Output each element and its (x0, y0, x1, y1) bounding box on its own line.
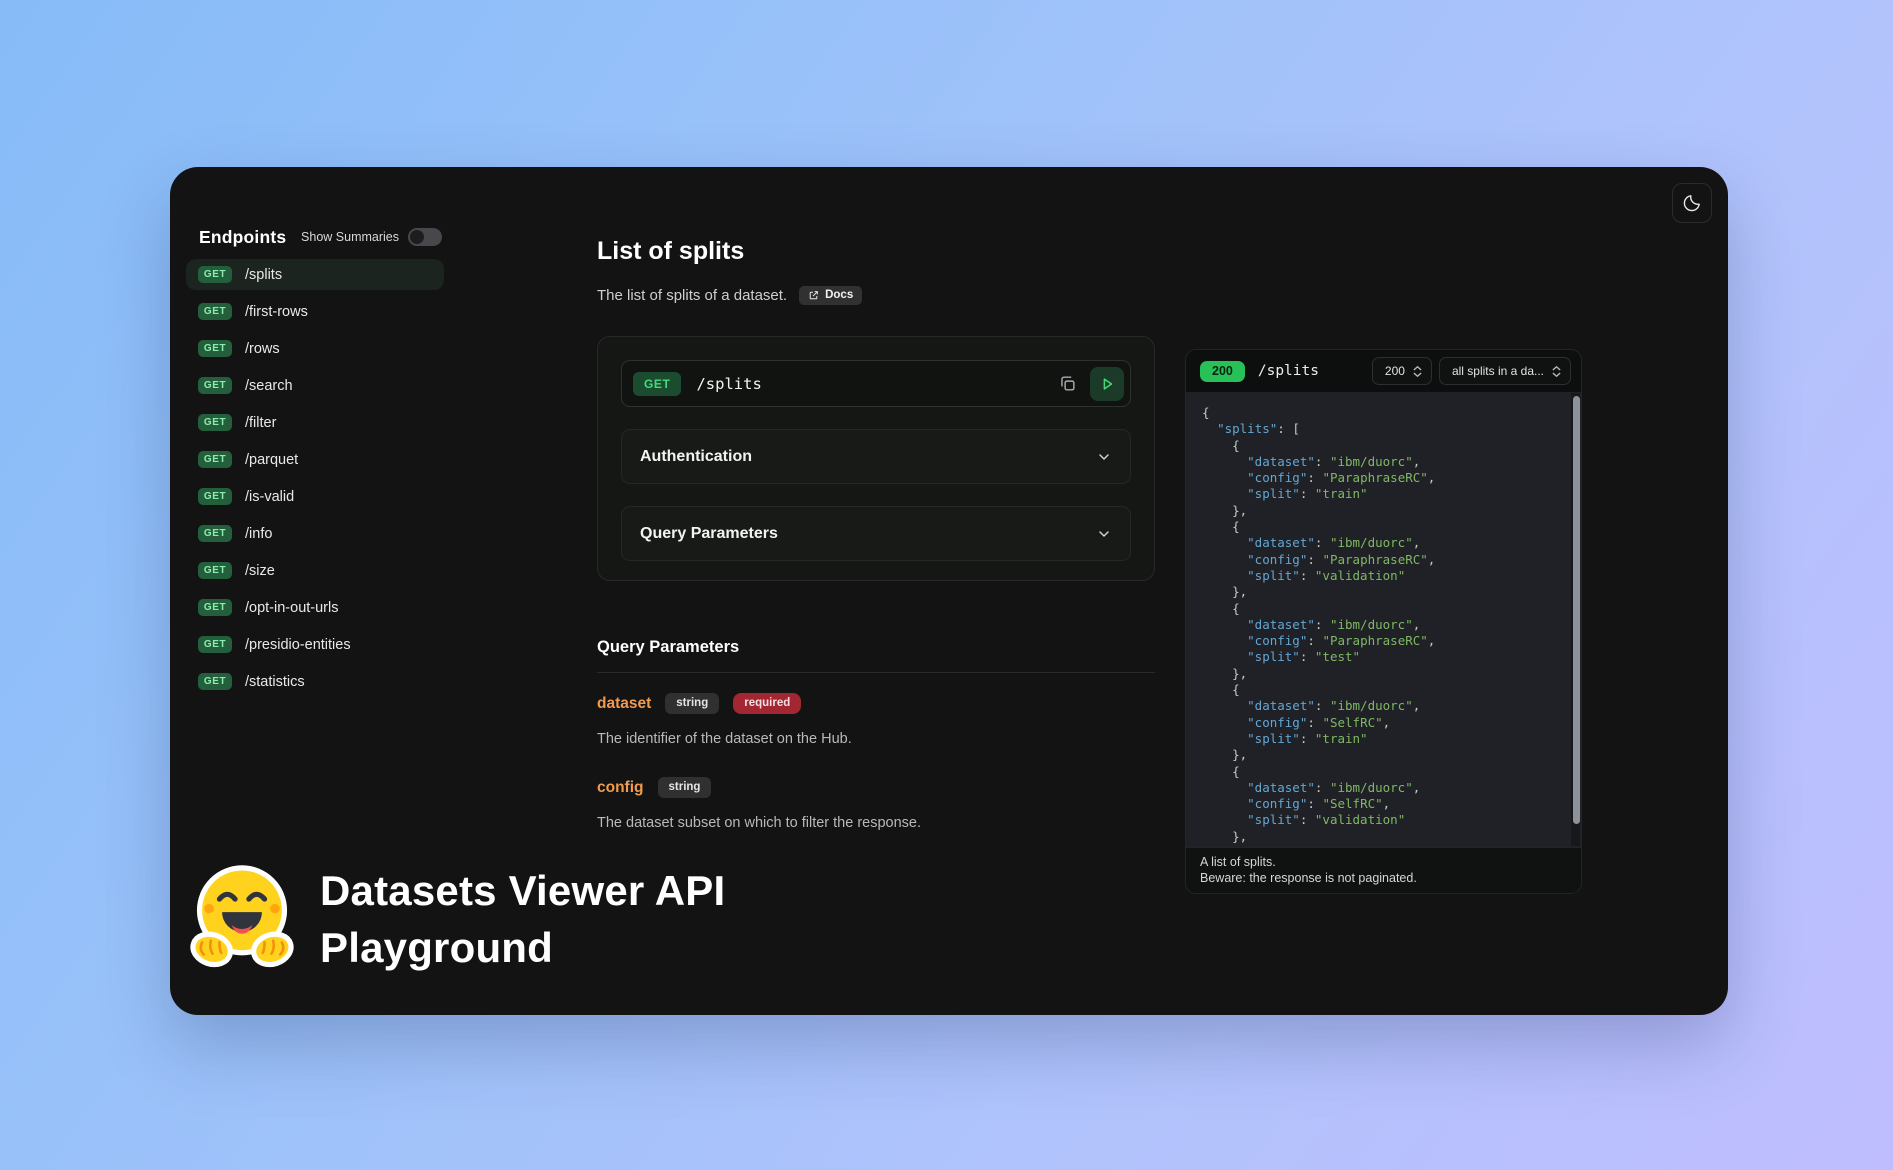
show-summaries-toggle[interactable] (408, 228, 442, 246)
method-badge: GET (198, 266, 232, 283)
status-code-select[interactable]: 200 (1372, 357, 1432, 385)
param-required-badge: required (733, 693, 801, 714)
sidebar-item-filter[interactable]: GET/filter (186, 407, 444, 438)
divider (597, 672, 1155, 673)
query-parameters-section-toggle[interactable]: Query Parameters (621, 506, 1131, 561)
endpoint-path-label: /first-rows (245, 304, 308, 320)
request-url-bar: GET /splits (621, 360, 1131, 407)
response-description: A list of splits. Beware: the response i… (1186, 847, 1581, 893)
app-title: Datasets Viewer API Playground (320, 862, 725, 976)
endpoint-path-label: /splits (245, 267, 282, 283)
endpoint-path-label: /info (245, 526, 272, 542)
query-parameters-label: Query Parameters (640, 525, 778, 543)
chevron-down-icon (1096, 526, 1112, 542)
endpoint-path-label: /opt-in-out-urls (245, 600, 338, 616)
run-request-button[interactable] (1090, 367, 1124, 401)
external-link-icon (808, 290, 819, 301)
example-select[interactable]: all splits in a da... (1439, 357, 1571, 385)
method-badge: GET (198, 451, 232, 468)
method-badge: GET (198, 488, 232, 505)
show-summaries-label: Show Summaries (301, 230, 399, 244)
endpoint-path-label: /is-valid (245, 489, 294, 505)
response-note-line: A list of splits. (1200, 854, 1567, 870)
response-status-badge: 200 (1200, 361, 1245, 382)
endpoint-path-label: /presidio-entities (245, 637, 351, 653)
response-panel: 200 /splits 200 all splits in a da... { … (1185, 349, 1582, 894)
param-type-badge: string (665, 693, 719, 714)
param-row-config: config string (597, 777, 1155, 798)
param-name: config (597, 779, 644, 797)
hugging-face-icon (190, 860, 294, 978)
main-content: List of splits The list of splits of a d… (597, 237, 1155, 831)
endpoint-path-label: /search (245, 378, 293, 394)
param-row-dataset: dataset string required (597, 693, 1155, 714)
param-description: The identifier of the dataset on the Hub… (597, 731, 1155, 747)
method-badge: GET (198, 377, 232, 394)
app-title-line1: Datasets Viewer API (320, 867, 725, 914)
chevron-down-icon (1096, 449, 1112, 465)
updown-chevron-icon (1412, 365, 1423, 378)
play-icon (1098, 375, 1116, 393)
sidebar-item-is-valid[interactable]: GET/is-valid (186, 481, 444, 512)
endpoint-path-label: /filter (245, 415, 276, 431)
query-parameters-heading: Query Parameters (597, 638, 1155, 657)
sidebar-item-splits[interactable]: GET/splits (186, 259, 444, 290)
method-badge: GET (198, 525, 232, 542)
docs-button[interactable]: Docs (799, 286, 862, 305)
scrollbar-thumb[interactable] (1573, 396, 1580, 824)
sidebar-item-size[interactable]: GET/size (186, 555, 444, 586)
updown-chevron-icon (1551, 365, 1562, 378)
example-select-value: all splits in a da... (1452, 364, 1544, 378)
app-title-line2: Playground (320, 924, 553, 971)
sidebar-item-rows[interactable]: GET/rows (186, 333, 444, 364)
sidebar-item-opt-in-out-urls[interactable]: GET/opt-in-out-urls (186, 592, 444, 623)
method-badge: GET (198, 562, 232, 579)
sidebar-item-first-rows[interactable]: GET/first-rows (186, 296, 444, 327)
response-note-line: Beware: the response is not paginated. (1200, 870, 1567, 886)
response-path-label: /splits (1258, 363, 1372, 379)
authentication-section-toggle[interactable]: Authentication (621, 429, 1131, 484)
method-badge: GET (198, 673, 232, 690)
status-code-select-value: 200 (1385, 364, 1405, 378)
endpoint-path-label: /size (245, 563, 275, 579)
sidebar-item-statistics[interactable]: GET/statistics (186, 666, 444, 697)
endpoint-description: The list of splits of a dataset. (597, 287, 787, 304)
sidebar-item-parquet[interactable]: GET/parquet (186, 444, 444, 475)
docs-button-label: Docs (825, 289, 853, 301)
toggle-knob (410, 230, 424, 244)
endpoint-list: GET/splitsGET/first-rowsGET/rowsGET/sear… (186, 259, 444, 703)
authentication-label: Authentication (640, 448, 752, 466)
request-path-label: /splits (696, 375, 1050, 393)
param-description: The dataset subset on which to filter th… (597, 815, 1155, 831)
method-badge: GET (198, 636, 232, 653)
app-branding: Datasets Viewer API Playground (190, 860, 725, 978)
param-type-badge: string (658, 777, 712, 798)
sidebar-item-search[interactable]: GET/search (186, 370, 444, 401)
moon-icon (1682, 193, 1702, 213)
sidebar-item-info[interactable]: GET/info (186, 518, 444, 549)
param-name: dataset (597, 695, 651, 713)
sidebar-header: Endpoints Show Summaries (186, 225, 444, 249)
sidebar-title: Endpoints (199, 227, 286, 248)
response-header: 200 /splits 200 all splits in a da... (1186, 350, 1581, 392)
method-badge: GET (198, 599, 232, 616)
sidebar-item-presidio-entities[interactable]: GET/presidio-entities (186, 629, 444, 660)
response-body-scroll-area[interactable]: { "splits": [ { "dataset": "ibm/duorc", … (1186, 392, 1581, 847)
response-json: { "splits": [ { "dataset": "ibm/duorc", … (1186, 392, 1581, 845)
method-badge: GET (198, 303, 232, 320)
endpoint-path-label: /parquet (245, 452, 298, 468)
endpoint-path-label: /rows (245, 341, 280, 357)
app-card: Endpoints Show Summaries GET/splitsGET/f… (170, 167, 1728, 1015)
copy-icon (1058, 374, 1077, 393)
request-method-badge: GET (633, 372, 681, 396)
endpoint-path-label: /statistics (245, 674, 305, 690)
method-badge: GET (198, 414, 232, 431)
request-panel: GET /splits (597, 336, 1155, 581)
copy-button[interactable] (1050, 367, 1084, 401)
theme-toggle-button[interactable] (1672, 183, 1712, 223)
method-badge: GET (198, 340, 232, 357)
page-title: List of splits (597, 237, 1155, 266)
